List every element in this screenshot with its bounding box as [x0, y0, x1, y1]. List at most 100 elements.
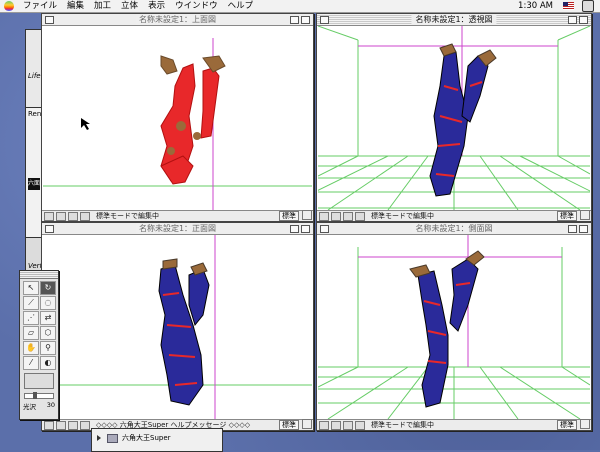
figure-red [160, 55, 226, 185]
window-top-view[interactable]: 名称未設定1：上面図 標準モードで編集中 標準 [41, 13, 314, 222]
viewport-perspective[interactable] [318, 26, 590, 210]
close-box-icon[interactable] [320, 16, 329, 24]
pan-icon[interactable] [80, 211, 90, 221]
grow-box-icon[interactable] [580, 210, 590, 220]
status-bar: 標準モードで編集中 標準 [42, 210, 313, 221]
cube-tool-icon[interactable]: ▱ [23, 326, 39, 340]
zoom-in-icon[interactable] [44, 211, 54, 221]
perspective-scene [318, 26, 590, 210]
lasso-tool-icon[interactable]: ◌ [40, 296, 56, 310]
figure-blue [158, 258, 210, 406]
finder-window[interactable]: 六角大王Super [91, 428, 223, 452]
zoom-box-icon[interactable] [568, 225, 577, 233]
collapse-box-icon[interactable] [579, 16, 588, 24]
menu-help[interactable]: ヘルプ [223, 0, 259, 12]
arrow-tool-icon[interactable]: ↖ [23, 281, 39, 295]
zoom-box-icon[interactable] [290, 225, 299, 233]
mode-button[interactable]: 標準 [279, 420, 299, 430]
zoom-in-icon[interactable] [319, 211, 329, 221]
figure-blue [409, 250, 485, 408]
viewport-side[interactable] [318, 235, 590, 419]
rotate-icon[interactable] [68, 211, 78, 221]
rotate-icon[interactable] [343, 420, 353, 430]
menu-window[interactable]: ウインドウ [170, 0, 223, 12]
finder-item[interactable]: 六角大王Super [97, 433, 171, 443]
tool-palette[interactable]: ↖ ↻ ⟋ ◌ ⋰ ⇄ ▱ ⬡ ✋ ⚲ ⁄ ◐ 光沢 30 [19, 270, 59, 420]
window-perspective-view[interactable]: 名称未設定1：透視図 標準モードで編集中 標準 [316, 13, 592, 222]
viewport-top[interactable] [43, 26, 312, 210]
close-box-icon[interactable] [45, 16, 54, 24]
viewport-front[interactable] [43, 235, 312, 419]
knife-tool-icon[interactable]: ⟋ [23, 296, 39, 310]
grow-box-icon[interactable] [580, 419, 590, 429]
close-box-icon[interactable] [320, 225, 329, 233]
titlebar[interactable]: 名称未設定1：透視図 [317, 14, 591, 26]
paint-bucket-tool-icon[interactable]: ◐ [40, 356, 56, 370]
window-title: 名称未設定1：側面図 [411, 223, 497, 234]
disclosure-triangle-icon[interactable] [97, 435, 101, 441]
menu-view[interactable]: 表示 [143, 0, 170, 12]
grow-box-icon[interactable] [302, 419, 312, 429]
menu-3d[interactable]: 立体 [116, 0, 143, 12]
rotate-icon[interactable] [68, 420, 78, 430]
grow-box-icon[interactable] [302, 210, 312, 220]
status-text: 標準モードで編集中 [371, 212, 434, 220]
mode-button[interactable]: 標準 [557, 211, 577, 221]
mirror-tool-icon[interactable]: ⇄ [40, 311, 56, 325]
rotate-tool-icon[interactable]: ↻ [40, 281, 56, 295]
menu-process[interactable]: 加工 [89, 0, 116, 12]
side-view-scene [318, 235, 590, 419]
eyedropper-tool-icon[interactable]: ⁄ [23, 356, 39, 370]
front-view-scene [43, 235, 312, 419]
palette-titlebar[interactable] [20, 271, 58, 279]
collapse-box-icon[interactable] [579, 225, 588, 233]
close-box-icon[interactable] [45, 225, 54, 233]
status-text: 標準モードで編集中 [96, 212, 159, 220]
gloss-slider[interactable] [24, 392, 54, 399]
menu-file[interactable]: ファイル [18, 0, 62, 12]
box-tool-icon[interactable]: ⬡ [40, 326, 56, 340]
zoom-out-icon[interactable] [56, 420, 66, 430]
node-tool-icon[interactable]: ⋰ [23, 311, 39, 325]
gloss-label: 光沢 [23, 403, 36, 411]
mode-button[interactable]: 標準 [279, 211, 299, 221]
zoom-in-icon[interactable] [44, 420, 54, 430]
pan-icon[interactable] [355, 211, 365, 221]
apple-menu-icon[interactable] [4, 1, 14, 11]
partial-label: 六面 [28, 178, 40, 190]
zoom-box-icon[interactable] [568, 16, 577, 24]
window-front-view[interactable]: 名称未設定1：正面図 ◇◇◇◇ 六角大王Super ヘルプメッセージ ◇◇◇◇ … [41, 222, 314, 431]
menubar-clock[interactable]: 1:30 AM [518, 1, 563, 11]
top-view-scene [43, 38, 312, 210]
gloss-value: 30 [46, 401, 55, 409]
window-side-view[interactable]: 名称未設定1：側面図 標準モードで編集中 標準 [316, 222, 592, 431]
zoom-out-icon[interactable] [331, 211, 341, 221]
finder-item-label: 六角大王Super [122, 434, 171, 442]
application-menu-icon[interactable] [582, 0, 594, 12]
status-bar: 標準モードで編集中 標準 [317, 419, 591, 430]
titlebar[interactable]: 名称未設定1：側面図 [317, 223, 591, 235]
folder-icon [107, 433, 118, 443]
titlebar[interactable]: 名称未設定1：正面図 [42, 223, 313, 235]
pan-icon[interactable] [355, 420, 365, 430]
zoom-out-icon[interactable] [331, 420, 341, 430]
titlebar[interactable]: 名称未設定1：上面図 [42, 14, 313, 26]
keyboard-flag-icon[interactable] [563, 2, 574, 10]
zoom-box-icon[interactable] [290, 16, 299, 24]
rotate-icon[interactable] [343, 211, 353, 221]
zoom-in-icon[interactable] [319, 420, 329, 430]
window-title: 名称未設定1：透視図 [411, 14, 497, 25]
collapse-box-icon[interactable] [301, 16, 310, 24]
magnifier-tool-icon[interactable]: ⚲ [40, 341, 56, 355]
menu-edit[interactable]: 編集 [62, 0, 89, 12]
mode-button[interactable]: 標準 [557, 420, 577, 430]
zoom-out-icon[interactable] [56, 211, 66, 221]
pan-icon[interactable] [80, 420, 90, 430]
collapse-box-icon[interactable] [301, 225, 310, 233]
hand-tool-icon[interactable]: ✋ [23, 341, 39, 355]
color-swatch[interactable] [24, 373, 54, 389]
figure-blue [429, 43, 497, 197]
menubar: ファイル 編集 加工 立体 表示 ウインドウ ヘルプ 1:30 AM [0, 0, 600, 13]
status-text: 標準モードで編集中 [371, 421, 434, 429]
window-title: 名称未設定1：上面図 [134, 14, 221, 25]
